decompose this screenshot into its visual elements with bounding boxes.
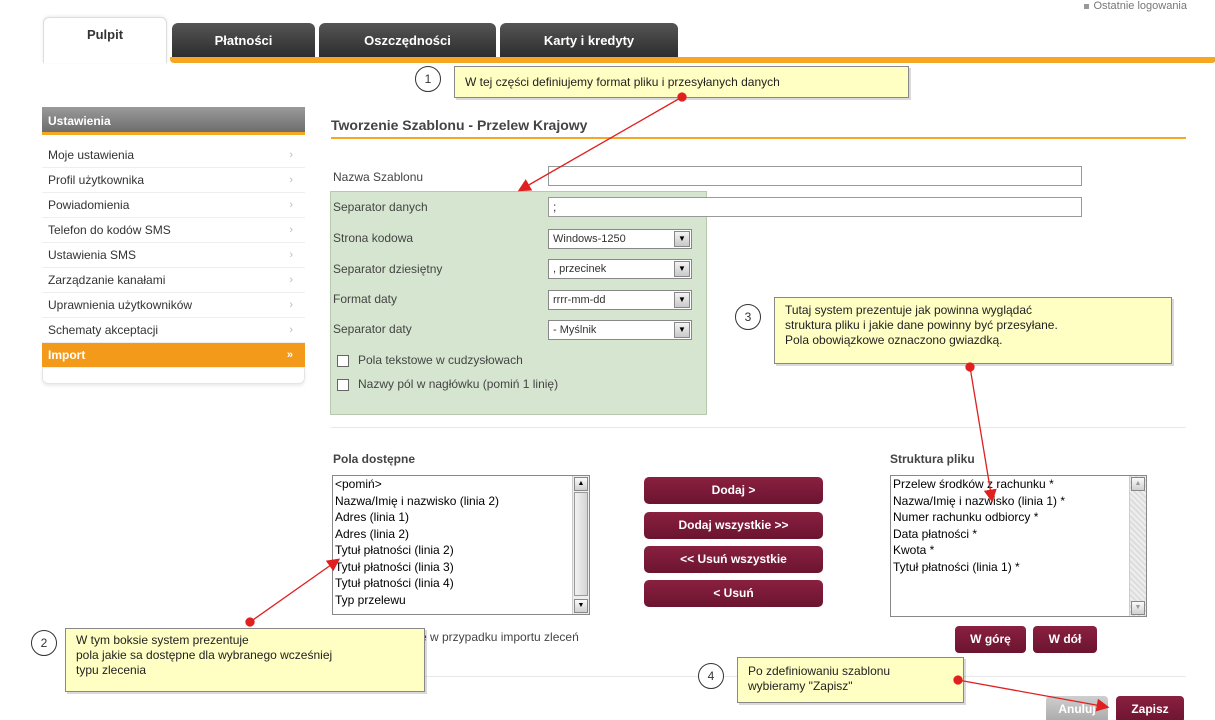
header-checkbox-label: Nazwy pól w nagłówku (pomiń 1 linię) [358,377,559,391]
available-fields-title: Pola dostępne [333,452,416,466]
file-structure-scrollbar[interactable]: ▲ ▼ [1129,476,1146,616]
sidebar-item-schematy[interactable]: Schematy akceptacji › [42,318,305,343]
chevron-right-icon: › [289,299,293,311]
callout-1: W tej części definiujemy format pliku i … [454,66,909,98]
title-divider [331,137,1186,139]
add-button[interactable]: Dodaj > [644,477,823,504]
chevron-right-icon: › [289,174,293,186]
tab-underline [170,57,1215,63]
double-chevron-right-icon: » [286,349,293,361]
callout-2-number: 2 [31,630,57,656]
data-separator-label: Separator danych [333,200,428,214]
callout-2: W tym boksie system prezentuje pola jaki… [65,628,425,692]
list-item[interactable]: Data płatności * [891,526,1146,543]
scroll-up-icon[interactable]: ▲ [1131,477,1145,491]
dropdown-arrow-icon: ▼ [674,292,690,308]
tab-platnosci[interactable]: Płatności [172,23,315,57]
tab-pulpit[interactable]: Pulpit [43,17,167,63]
date-format-label: Format daty [333,292,398,306]
callout-1-number: 1 [415,66,441,92]
list-item[interactable]: Przelew środków z rachunku * [891,476,1146,493]
move-down-button[interactable]: W dół [1033,626,1097,653]
remove-button[interactable]: < Usuń [644,580,823,607]
code-page-select[interactable]: Windows-1250 ▼ [548,229,692,249]
dropdown-arrow-icon: ▼ [674,261,690,277]
chevron-right-icon: › [289,324,293,336]
sidebar-footer [42,368,305,384]
add-all-button[interactable]: Dodaj wszystkie >> [644,512,823,539]
arrow-3-dot [965,362,975,372]
tab-karty-i-kredyty[interactable]: Karty i kredyty [500,23,678,57]
file-structure-title: Struktura pliku [890,452,975,466]
list-item[interactable]: Nazwa/Imię i nazwisko (linia 1) * [891,493,1146,510]
chevron-right-icon: › [289,224,293,236]
sidebar-item-powiadomienia[interactable]: Powiadomienia › [42,193,305,218]
arrow-2-dot [245,617,255,627]
scroll-down-icon[interactable]: ▼ [574,599,588,613]
callout-3-number: 3 [735,304,761,330]
list-item[interactable]: Numer rachunku odbiorcy * [891,509,1146,526]
move-up-button[interactable]: W górę [955,626,1026,653]
chevron-right-icon: › [289,274,293,286]
scroll-up-icon[interactable]: ▲ [574,477,588,491]
chevron-right-icon: › [289,149,293,161]
list-item[interactable]: Typ przelewu [333,592,589,609]
remove-all-button[interactable]: << Usuń wszystkie [644,546,823,573]
save-button[interactable]: Zapisz [1116,696,1184,720]
list-item[interactable]: Adres (linia 2) [333,526,589,543]
callout-3: Tutaj system prezentuje jak powinna wygl… [774,297,1172,364]
main-tabbar: Pulpit Płatności Oszczędności Karty i kr… [8,17,1215,63]
sidebar-item-kanaly[interactable]: Zarządzanie kanałami › [42,268,305,293]
callout-4: Po zdefiniowaniu szablonu wybieramy "Zap… [737,657,964,703]
sidebar-item-import[interactable]: Import» [42,343,305,368]
list-item[interactable]: Tytuł płatności (linia 2) [333,542,589,559]
decimal-separator-label: Separator dziesiętny [333,262,443,276]
callout-4-number: 4 [698,663,724,689]
list-item[interactable]: Tytuł płatności (linia 3) [333,559,589,576]
template-name-label: Nazwa Szablonu [333,170,424,184]
square-bullet-icon [1084,3,1090,9]
list-item[interactable]: Tytuł płatności (linia 1) * [891,559,1146,576]
file-structure-list[interactable]: Przelew środków z rachunku * Nazwa/Imię … [890,475,1147,617]
dropdown-arrow-icon: ▼ [674,231,690,247]
list-item[interactable]: <pomiń> [333,476,589,493]
quotes-checkbox-label: Pola tekstowe w cudzysłowach [358,353,523,367]
template-name-input[interactable] [548,166,1082,186]
date-separator-select[interactable]: - Myślnik ▼ [548,320,692,340]
date-format-select[interactable]: rrrr-mm-dd ▼ [548,290,692,310]
date-separator-label: Separator daty [333,322,412,336]
sidebar-item-uprawnienia[interactable]: Uprawnienia użytkowników › [42,293,305,318]
tab-oszczednosci[interactable]: Oszczędności [319,23,496,57]
scroll-thumb[interactable] [574,492,588,596]
available-fields-scrollbar[interactable]: ▲ ▼ [572,476,589,614]
chevron-right-icon: › [289,199,293,211]
last-logins-link[interactable]: Ostatnie logowania [1084,0,1187,12]
sidebar-item-profil[interactable]: Profil użytkownika › [42,168,305,193]
settings-sidebar: Ustawienia Moje ustawienia › Profil użytk… [42,107,305,384]
available-fields-list[interactable]: <pomiń> Nazwa/Imię i nazwisko (linia 2) … [332,475,590,615]
quotes-checkbox[interactable] [337,355,349,367]
scroll-down-icon[interactable]: ▼ [1131,601,1145,615]
header-checkbox[interactable] [337,379,349,391]
dropdown-arrow-icon: ▼ [674,322,690,338]
section-divider [331,427,1186,428]
code-page-label: Strona kodowa [333,231,414,245]
page-title: Tworzenie Szablonu - Przelew Krajowy [331,117,588,133]
arrow-2 [249,558,341,623]
list-item[interactable]: Tytuł płatności (linia 4) [333,575,589,592]
cancel-button[interactable]: Anuluj [1046,696,1108,720]
chevron-right-icon: › [289,249,293,261]
import-note-text: e w przypadku importu zleceń [420,630,579,644]
sidebar-item-moje-ustawienia[interactable]: Moje ustawienia › [42,143,305,168]
list-item[interactable]: Kwota * [891,542,1146,559]
data-separator-input[interactable]: ; [548,197,1082,217]
decimal-separator-select[interactable]: , przecinek ▼ [548,259,692,279]
sidebar-item-ustawienia-sms[interactable]: Ustawienia SMS › [42,243,305,268]
list-item[interactable]: Adres (linia 1) [333,509,589,526]
sidebar-title: Ustawienia [42,107,305,135]
list-item[interactable]: Nazwa/Imię i nazwisko (linia 2) [333,493,589,510]
sidebar-item-telefon-sms[interactable]: Telefon do kodów SMS › [42,218,305,243]
